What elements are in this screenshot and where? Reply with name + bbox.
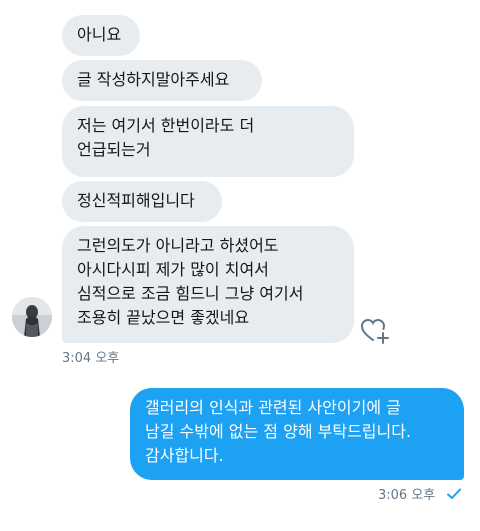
received-message[interactable]: 아니요 <box>62 15 140 56</box>
message-text: 그런의도가 아니라고 하셨어도 <box>77 236 279 255</box>
heart-plus-icon[interactable] <box>360 316 390 344</box>
message-text: 심적으로 조금 힘드니 그냥 여기서 <box>77 284 304 303</box>
avatar[interactable] <box>12 297 52 337</box>
message-text: 아니요 <box>77 25 122 44</box>
received-message[interactable]: 정신적피해입니다 <box>62 181 222 222</box>
message-text: 아시다시피 제가 많이 치여서 <box>77 260 269 279</box>
message-text: 언급되는거 <box>77 140 151 159</box>
received-timestamp: 3:04 오후 <box>62 351 120 366</box>
received-message[interactable]: 그런의도가 아니라고 하셨어도 아시다시피 제가 많이 치여서 심적으로 조금 … <box>62 226 354 343</box>
sent-message[interactable]: 갤러리의 인식과 관련된 사안이기에 글 남길 수밖에 없는 점 양해 부탁드립… <box>130 388 464 480</box>
received-message[interactable]: 글 작성하지말아주세요 <box>62 60 262 101</box>
received-message[interactable]: 저는 여기서 한번이라도 더 언급되는거 <box>62 106 354 177</box>
message-text: 저는 여기서 한번이라도 더 <box>77 116 255 135</box>
message-text: 갤러리의 인식과 관련된 사안이기에 글 <box>145 398 401 417</box>
message-text: 정신적피해입니다 <box>77 191 195 210</box>
sent-timestamp: 3:06 오후 <box>378 488 436 503</box>
message-text: 남길 수밖에 없는 점 양해 부탁드립니다. <box>145 422 412 441</box>
message-text: 조용히 끝났으면 좋겠네요 <box>77 308 250 327</box>
checkmark-icon <box>447 485 461 499</box>
avatar-image <box>12 297 52 337</box>
message-text: 글 작성하지말아주세요 <box>77 70 230 89</box>
message-text: 감사합니다. <box>145 446 224 465</box>
